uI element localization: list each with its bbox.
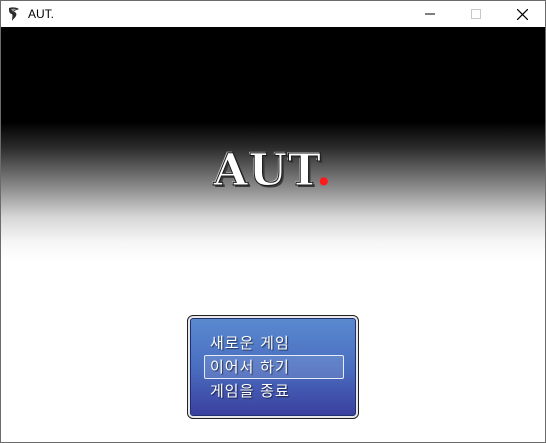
window-title: AUT. (28, 7, 55, 21)
game-title-dot: . (316, 145, 333, 196)
minimize-icon (425, 13, 435, 15)
window-controls (407, 1, 545, 27)
title-command-menu: 새로운 게임 이어서 하기 게임을 종료 (187, 315, 359, 419)
game-title-logo: AUT. (1, 145, 545, 197)
maximize-icon (471, 9, 481, 19)
title-bar[interactable]: AUT. (1, 1, 545, 27)
app-window: AUT. AUT. 새로운 게임 이어서 하기 게임을 종료 (0, 0, 546, 443)
close-icon (516, 8, 528, 20)
menu-item-new-game[interactable]: 새로운 게임 (204, 331, 344, 355)
game-screen[interactable]: AUT. 새로운 게임 이어서 하기 게임을 종료 (1, 27, 545, 442)
menu-item-exit-game[interactable]: 게임을 종료 (204, 379, 344, 403)
app-icon (9, 7, 19, 22)
menu-item-continue[interactable]: 이어서 하기 (204, 355, 344, 379)
minimize-button[interactable] (407, 1, 453, 27)
game-title-text: AUT (213, 145, 317, 197)
close-button[interactable] (499, 1, 545, 27)
maximize-button[interactable] (453, 1, 499, 27)
